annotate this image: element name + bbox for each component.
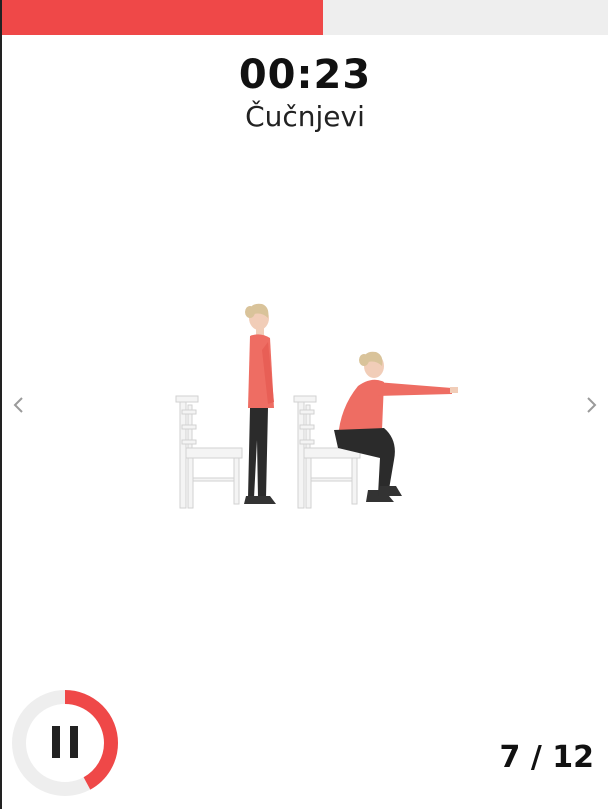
previous-exercise-button[interactable] [4,390,34,420]
exercise-timer: 00:23 [238,52,372,98]
exercise-counter-total: 12 [552,740,594,775]
exercise-counter-separator: / [530,740,542,775]
next-exercise-button[interactable] [576,390,606,420]
chevron-left-icon [13,397,23,413]
exercise-illustration [175,303,458,509]
workout-progress-bar [2,0,608,35]
exercise-counter-current: 7 [499,740,521,775]
chevron-right-icon [587,397,597,413]
pause-button[interactable] [10,688,120,798]
chair-left [175,395,243,509]
figure-standing [244,303,276,504]
workout-screen: 00:23 Čučnjevi 7 / 12 [0,0,608,809]
pause-icon [52,726,78,758]
exercise-counter: 7 / 12 [500,740,595,775]
exercise-title: Čučnjevi [245,100,365,133]
workout-progress-fill [2,0,324,35]
